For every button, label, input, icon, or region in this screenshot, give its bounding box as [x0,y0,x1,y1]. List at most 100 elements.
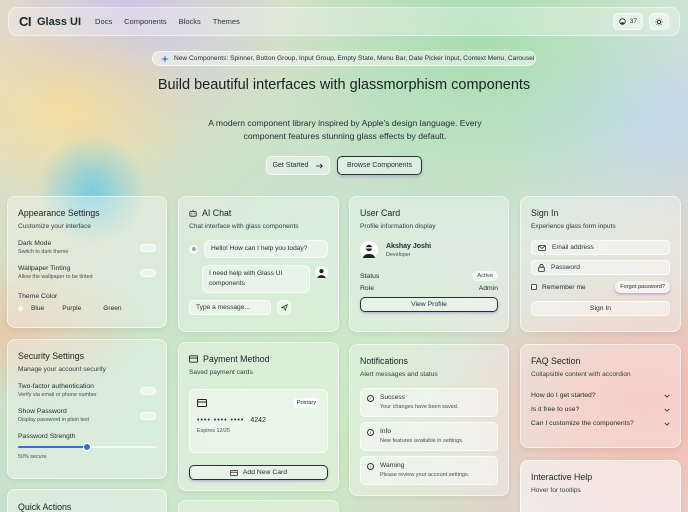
faq-card: FAQ Section Collapsible content with acc… [520,344,681,448]
faq-item[interactable]: How do I get started? [531,392,670,399]
card-below-payment [178,500,339,512]
notification-title: Info [380,428,391,435]
info-circle-icon: i [367,429,374,436]
notification-warning[interactable]: ! Warning Please review your account set… [360,456,498,485]
send-icon [280,304,288,311]
mail-icon [538,244,546,251]
show-password-label: Show Password [18,408,67,415]
theme-color-label: Theme Color [18,293,58,300]
user-avatar [315,266,328,279]
email-field[interactable]: Email address [531,240,670,255]
dark-mode-label: Dark Mode [18,240,52,247]
get-started-button[interactable]: Get Started [266,156,330,175]
card-subtitle: Profile information display [360,223,436,230]
send-message-button[interactable] [277,300,291,315]
two-factor-label: Two-factor authentication [18,383,94,390]
github-stars-button[interactable]: 37 [612,13,643,30]
notification-title: Success [380,394,405,401]
card-subtitle: Alert messages and status [360,371,438,378]
theme-toggle-button[interactable] [649,13,669,30]
chat-message-user: I need help with Glass UI components [202,265,310,293]
notification-title: Warning [380,462,405,469]
dark-mode-desc: Switch to dark theme [18,249,69,255]
password-strength-label: Password Strength [18,433,76,440]
top-navbar: CI Glass UI Docs Components Blocks Theme… [8,7,680,36]
hero-title: Build beautiful interfaces with glassmor… [157,77,531,93]
logo-text[interactable]: Glass UI [37,16,81,28]
robot-icon [189,209,197,217]
chat-input-placeholder: Type a message... [196,304,250,311]
user-name: Akshay Joshi [386,242,432,250]
faq-item[interactable]: Can I customize the components? [531,420,670,427]
theme-color-option-green[interactable]: Green [103,305,121,312]
wallpaper-tinting-label: Wallpaper Tinting [18,265,71,272]
email-placeholder: Email address [552,244,594,251]
nav-link-themes[interactable]: Themes [213,17,240,26]
card-title: Appearance Settings [18,208,100,218]
chat-message-bot: Hello! How can I help you today? [204,240,328,258]
notifications-card: Notifications Alert messages and status … [349,344,509,496]
faq-item[interactable]: Is it free to use? [531,406,670,413]
card-title: FAQ Section [531,356,581,366]
add-new-card-button[interactable]: Add New Card [189,465,328,480]
forgot-password-link[interactable]: Forgot password? [615,281,670,293]
card-title: Quick Actions [18,502,72,512]
theme-color-option-blue[interactable]: Blue [31,305,44,312]
card-title: AI Chat [202,208,232,218]
card-title: Notifications [360,356,408,366]
card-title: Sign In [531,208,559,218]
card-subtitle: Hover for tooltips [531,487,581,494]
chat-message-input[interactable]: Type a message... [189,300,271,315]
password-field[interactable]: Password [531,260,670,275]
two-factor-desc: Verify via email or phone number [18,392,97,398]
sign-in-button[interactable]: Sign In [531,301,670,316]
card-subtitle: Saved payment cards [189,369,253,376]
role-label: Role [360,285,374,292]
remember-me-checkbox[interactable] [531,284,537,290]
notification-desc: Your changes have been saved. [380,404,459,410]
password-placeholder: Password [551,264,580,271]
payment-method-card: Payment Method Saved payment cards Prima… [178,342,339,491]
announcement-banner[interactable]: New Components: Spinner, Button Group, I… [152,51,536,66]
dark-mode-toggle[interactable] [140,243,156,252]
card-expiry: Expires 12/25 [197,428,230,434]
card-title: Security Settings [18,351,85,361]
chevron-down-icon [664,394,670,398]
faq-question: How do I get started? [531,392,596,399]
user-card: User Card Profile information display Ak… [349,196,509,332]
arrow-right-icon [316,163,324,169]
nav-link-docs[interactable]: Docs [95,17,112,26]
card-title: User Card [360,208,401,218]
card-chip-icon [197,399,207,407]
remember-me-label: Remember me [542,283,586,291]
password-strength-thumb[interactable] [83,443,91,451]
notification-info[interactable]: i Info New features available in setting… [360,422,498,451]
nav-link-components[interactable]: Components [124,17,167,26]
notification-success[interactable]: ✓ Success Your changes have been saved. [360,388,498,417]
password-strength-slider[interactable] [18,443,156,451]
show-password-desc: Display password in plain text [18,417,90,423]
sparkle-icon [161,54,169,63]
card-subtitle: Experience glass form inputs [531,223,616,230]
check-circle-icon: ✓ [367,395,374,402]
browse-components-button[interactable]: Browse Components [337,156,422,175]
theme-color-radio-blue[interactable] [18,306,23,311]
wallpaper-tinting-toggle[interactable] [140,268,156,277]
view-profile-button[interactable]: View Profile [360,297,498,312]
two-factor-toggle[interactable] [140,386,156,395]
card-subtitle: Customize your interface [18,223,91,230]
card-subtitle: Chat interface with glass components [189,223,299,230]
show-password-toggle[interactable] [140,411,156,420]
avatar [360,241,378,259]
saved-card-item[interactable]: Primary •••• •••• •••• 4242 Expires 12/2… [189,389,328,453]
password-strength-fill [18,446,87,448]
interactive-help-card: Interactive Help Hover for tooltips [520,460,681,512]
status-label: Status [360,272,380,280]
sun-icon [655,17,663,26]
get-started-label: Get Started [272,162,309,169]
password-strength-text: 50% secure [18,454,47,460]
bot-avatar-icon [189,244,198,254]
theme-color-option-purple[interactable]: Purple [62,305,81,312]
chevron-down-icon [664,422,670,426]
nav-link-blocks[interactable]: Blocks [179,17,201,26]
